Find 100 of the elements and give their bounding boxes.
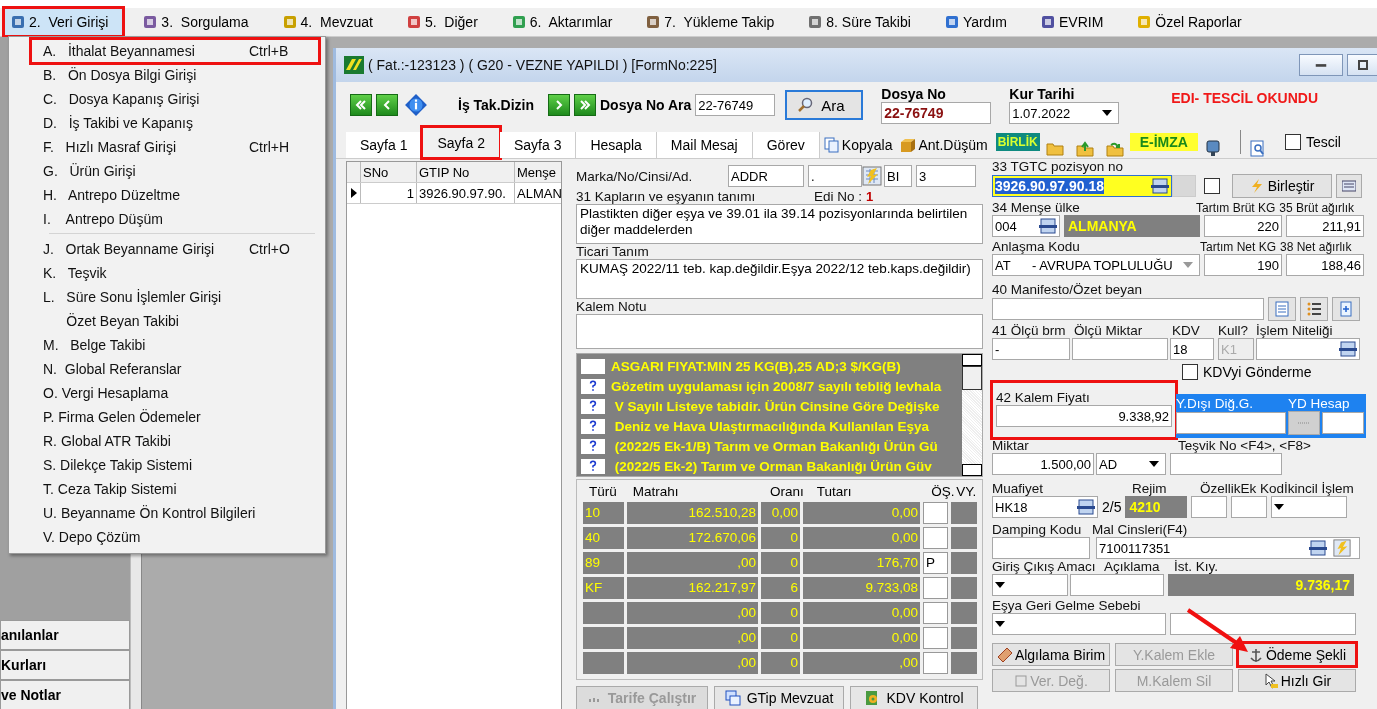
input-cell[interactable]	[923, 526, 948, 549]
tab[interactable]: Sayfa 1	[346, 132, 423, 158]
tesvik-field[interactable]	[1170, 453, 1282, 475]
goods-type-field[interactable]: 7100117351	[1096, 537, 1360, 559]
price-field[interactable]: 9.338,92	[996, 405, 1172, 427]
checkbox[interactable]	[1182, 364, 1198, 380]
monitor-icon[interactable]	[1203, 140, 1222, 158]
menu-item[interactable]: M. Belge Takibi	[31, 333, 319, 357]
action-button[interactable]: Ödeme Şekli	[1238, 643, 1356, 666]
help-button[interactable]	[581, 398, 605, 414]
folder-arrow-icon[interactable]	[1105, 140, 1124, 158]
action-button[interactable]: KDV Kontrol	[850, 686, 978, 709]
menu-item[interactable]: S. Dilekçe Takip Sistemi	[31, 453, 319, 477]
input-cell[interactable]	[923, 601, 948, 624]
menu-item[interactable]: 8. Süre Takibi	[802, 9, 925, 35]
input-cell[interactable]	[923, 651, 948, 674]
ydisi-field[interactable]	[1176, 412, 1286, 434]
checkbox[interactable]	[1204, 178, 1220, 194]
unit-field[interactable]: -	[992, 338, 1070, 360]
checkbox[interactable]	[1284, 134, 1301, 150]
menu-item[interactable]: L. Süre Sonu İşlemler Girişi	[31, 285, 319, 309]
lookup-icon[interactable]	[1151, 178, 1169, 194]
menu-item[interactable]: T. Ceza Takip Sistemi	[31, 477, 319, 501]
manifesto-field[interactable]	[992, 298, 1264, 320]
country-code-field[interactable]: 004	[992, 215, 1060, 237]
menu-item[interactable]: 6. Aktarımlar	[505, 9, 627, 35]
menu-item[interactable]: O. Vergi Hesaplama	[31, 381, 319, 405]
muafiyet-field[interactable]: HK18	[992, 496, 1098, 518]
no-field[interactable]: .	[808, 165, 862, 187]
quantity-field[interactable]	[1072, 338, 1168, 360]
info-icon[interactable]	[404, 93, 428, 117]
net-kg-field[interactable]: 190	[1204, 254, 1282, 276]
maximize-button[interactable]	[1347, 54, 1377, 76]
menu-item[interactable]: I. Antrepo Düşüm	[31, 207, 319, 231]
menu-item[interactable]: B. Ön Dosya Bilgi Girişi	[31, 63, 319, 87]
menu-item[interactable]: 4. Mevzuat	[276, 9, 387, 35]
minimize-button[interactable]	[1299, 54, 1343, 76]
unit-combo[interactable]: AD	[1096, 453, 1166, 475]
menu-item[interactable]: R. Global ATR Takibi	[31, 429, 319, 453]
amac-combo[interactable]	[992, 574, 1068, 596]
input-cell[interactable]: P	[923, 551, 948, 574]
menu-item[interactable]: Özel Raporlar	[1131, 9, 1256, 35]
net-field[interactable]: 188,46	[1286, 254, 1364, 276]
preview-icon[interactable]	[1248, 140, 1267, 158]
action-button[interactable]: Hızlı Gir	[1238, 669, 1356, 692]
menu-item[interactable]: N. Global Referanslar	[31, 357, 319, 381]
last-button[interactable]	[574, 94, 596, 116]
reason-field[interactable]	[1170, 613, 1356, 635]
tab[interactable]: Sayfa 3	[499, 132, 577, 158]
help-button[interactable]	[581, 438, 605, 454]
menu-item[interactable]: Özet Beyan Takibi	[31, 309, 319, 333]
menu-item[interactable]: H. Antrepo Düzeltme	[31, 183, 319, 207]
first-button[interactable]	[350, 94, 372, 116]
folder-upload-icon[interactable]	[1075, 140, 1094, 158]
menu-item[interactable]: P. Firma Gelen Ödemeler	[31, 405, 319, 429]
sidebar-button[interactable]: ve Notlar	[0, 680, 130, 709]
help-button[interactable]	[581, 458, 605, 474]
tab[interactable]: Mail Mesaj	[656, 132, 753, 158]
menu-item[interactable]: A. İthalat Beyannamesi Ctrl+B	[31, 39, 319, 63]
blank-button[interactable]	[581, 358, 605, 374]
kdv-field[interactable]: 18	[1170, 338, 1214, 360]
islem-field[interactable]	[1256, 338, 1360, 360]
marka-field[interactable]: ADDR	[728, 165, 804, 187]
search-button[interactable]: Ara	[785, 90, 864, 120]
dosya-field[interactable]: 22-76749	[881, 102, 992, 124]
sidebar-button[interactable]: anılanlar	[0, 620, 130, 650]
help-button[interactable]	[581, 418, 605, 434]
menu-item[interactable]: K. Teşvik	[31, 261, 319, 285]
menu-item[interactable]: 3. Sorgulama	[137, 9, 263, 35]
lookup-icon[interactable]	[1309, 540, 1327, 556]
scroll-thumb[interactable]	[962, 366, 982, 390]
lookup-icon[interactable]	[1077, 499, 1095, 515]
scroll-up-icon[interactable]	[962, 354, 982, 366]
note-field[interactable]	[576, 314, 983, 349]
tab[interactable]: Hesapla	[576, 132, 657, 158]
search-field[interactable]: 22-76749	[695, 94, 776, 116]
ikincil-combo[interactable]	[1271, 496, 1348, 518]
next-button[interactable]	[548, 94, 570, 116]
menu-item[interactable]: U. Beyanname Ön Kontrol Bilgileri	[31, 501, 319, 525]
menu-item[interactable]: EVRIM	[1034, 9, 1118, 35]
tab[interactable]: Sayfa 2	[422, 127, 500, 158]
menu-item[interactable]: D. İş Takibi ve Kapanış	[31, 111, 319, 135]
gtip-field[interactable]: 3926.90.97.90.18	[992, 175, 1172, 197]
damping-field[interactable]	[992, 537, 1090, 559]
action-button[interactable]: Algılama Birim	[992, 643, 1110, 666]
adet-field[interactable]: 3	[916, 165, 976, 187]
scrollbar[interactable]	[962, 354, 982, 476]
action-button[interactable]: GTip Mevzuat	[714, 686, 844, 709]
list-button[interactable]	[1300, 297, 1328, 321]
amount-field[interactable]: 1.500,00	[992, 453, 1094, 475]
merge-button[interactable]: Birleştir	[1232, 174, 1332, 198]
agreement-combo[interactable]: AT - AVRUPA TOPLULUĞU	[992, 254, 1200, 276]
input-cell[interactable]	[923, 501, 948, 524]
aciklama-field[interactable]	[1070, 574, 1164, 596]
ek-kod-field[interactable]	[1231, 496, 1268, 518]
lookup-icon[interactable]	[1339, 341, 1357, 357]
tab[interactable]: Görev	[752, 132, 820, 158]
menu-item[interactable]: 2. Veri Girişi	[4, 8, 124, 36]
commercial-description-field[interactable]: KUMAŞ 2022/11 teb. kap.değildir.Eşya 2022/12 teb.kaps.değildir)	[576, 259, 983, 300]
help-button[interactable]	[581, 378, 605, 394]
